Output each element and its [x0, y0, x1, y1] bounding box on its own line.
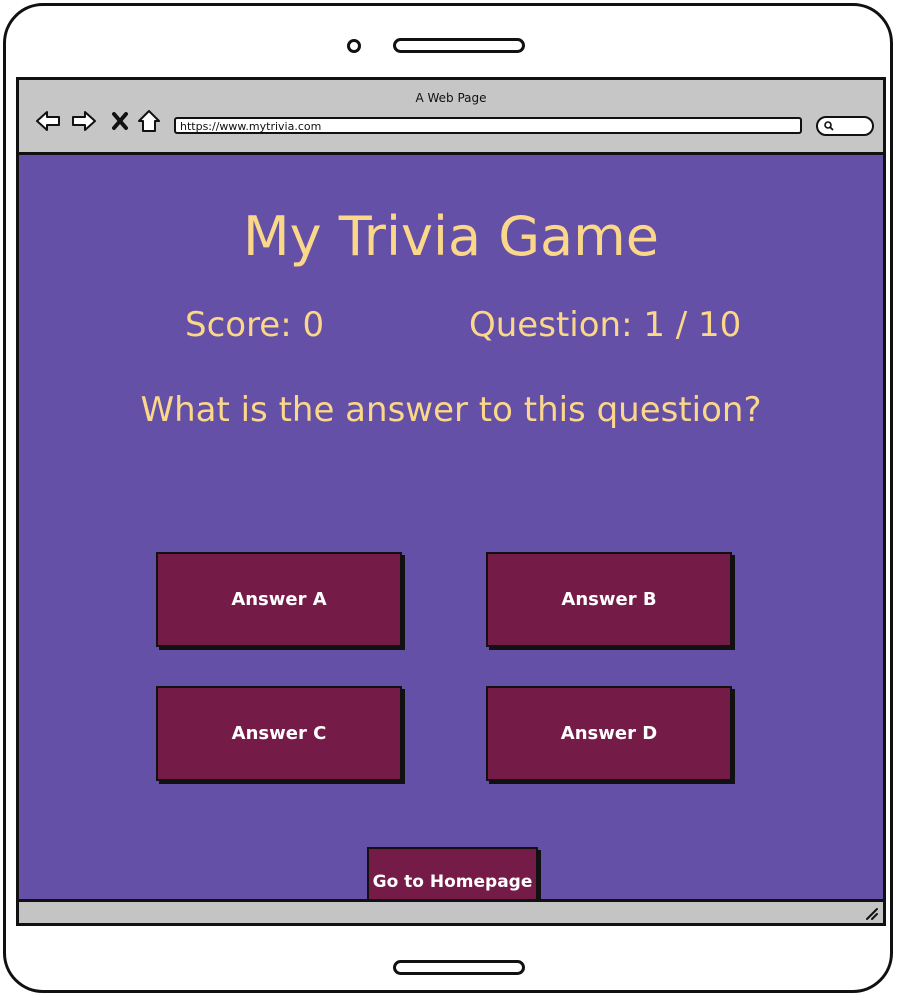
window-title: A Web Page: [415, 91, 487, 105]
search-field[interactable]: [816, 116, 874, 136]
answer-b-button[interactable]: Answer B: [486, 552, 732, 647]
home-bar[interactable]: [393, 960, 525, 975]
browser-toolbar: A Web Page https://www.mytrivia.com: [19, 80, 883, 155]
browser-window: A Web Page https://www.mytrivia.com My T…: [16, 77, 886, 926]
forward-arrow-icon[interactable]: [71, 108, 97, 134]
game-title: My Trivia Game: [243, 205, 659, 268]
question-text: What is the answer to this question?: [140, 390, 762, 430]
home-icon[interactable]: [136, 108, 162, 134]
speaker-slot: [393, 38, 525, 53]
status-bar: [19, 899, 883, 923]
search-icon: [824, 121, 834, 131]
url-bar[interactable]: https://www.mytrivia.com: [174, 117, 802, 134]
stop-x-icon[interactable]: [107, 108, 133, 134]
resize-grip-icon[interactable]: [863, 905, 879, 921]
score-label: Score: 0: [185, 305, 325, 345]
page-content: My Trivia Game Score: 0 Question: 1 / 10…: [19, 155, 883, 917]
answer-c-button[interactable]: Answer C: [156, 686, 402, 781]
answer-a-button[interactable]: Answer A: [156, 552, 402, 647]
question-counter: Question: 1 / 10: [469, 305, 742, 345]
back-arrow-icon[interactable]: [35, 108, 61, 134]
answer-d-button[interactable]: Answer D: [486, 686, 732, 781]
camera: [347, 39, 361, 53]
